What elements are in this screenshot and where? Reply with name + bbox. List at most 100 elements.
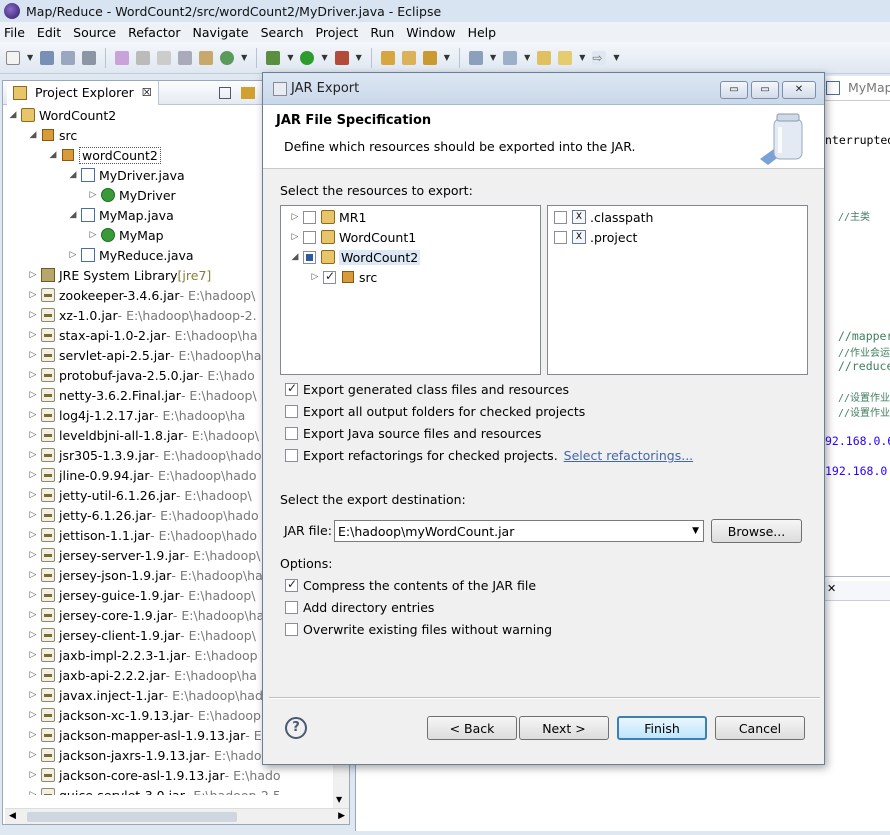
tab-project-explorer[interactable]: Project Explorer ☒	[7, 80, 159, 105]
expand-closed-icon[interactable]: ▷	[27, 490, 39, 500]
resource-tree-item[interactable]: ▷ src	[281, 267, 540, 287]
expand-closed-icon[interactable]: ▷	[27, 310, 39, 320]
cut-icon[interactable]	[136, 50, 151, 65]
horizontal-scroll-thumb[interactable]	[27, 812, 237, 822]
maximize-button[interactable]: ▭	[751, 81, 779, 99]
debug-icon[interactable]	[266, 50, 281, 65]
expand-closed-icon[interactable]: ▷	[67, 250, 79, 260]
copy-icon[interactable]	[157, 50, 172, 65]
new-class-icon[interactable]	[220, 50, 235, 65]
expand-open-icon[interactable]: ◢	[67, 210, 79, 220]
menu-run[interactable]: Run	[370, 25, 394, 40]
expand-open-icon[interactable]: ◢	[7, 110, 19, 120]
expand-closed-icon[interactable]: ▷	[289, 232, 301, 242]
option-checkbox-row[interactable]: Compress the contents of the JAR file	[285, 577, 536, 593]
expand-closed-icon[interactable]: ▷	[27, 330, 39, 340]
menu-file[interactable]: File	[4, 25, 25, 40]
save-icon[interactable]	[40, 50, 55, 65]
menu-refactor[interactable]: Refactor	[128, 25, 180, 40]
menu-source[interactable]: Source	[73, 25, 116, 40]
expand-closed-icon[interactable]: ▷	[27, 610, 39, 620]
menu-help[interactable]: Help	[468, 25, 497, 40]
resource-tree-list[interactable]: ▷ MR1 ▷ WordCount1 ◢ WordCount2 ▷ src	[280, 205, 541, 375]
option-checkbox-row[interactable]: Add directory entries	[285, 600, 434, 615]
expand-closed-icon[interactable]: ▷	[27, 450, 39, 460]
resource-tree-item[interactable]: ▷ WordCount1	[281, 227, 540, 247]
new-icon[interactable]	[6, 50, 20, 65]
checkbox[interactable]	[285, 623, 298, 636]
resource-tree-item[interactable]: ▷ MR1	[281, 207, 540, 227]
cancel-button[interactable]: Cancel	[715, 716, 805, 740]
expand-closed-icon[interactable]: ▷	[27, 710, 39, 720]
expand-closed-icon[interactable]: ▷	[27, 510, 39, 520]
scroll-down-icon[interactable]: ▼	[336, 795, 342, 804]
expand-closed-icon[interactable]: ▷	[27, 550, 39, 560]
open-folder-icon[interactable]	[380, 50, 395, 65]
expand-closed-icon[interactable]: ▷	[27, 590, 39, 600]
expand-closed-icon[interactable]: ▷	[87, 190, 99, 200]
expand-closed-icon[interactable]: ▷	[27, 290, 39, 300]
expand-closed-icon[interactable]: ▷	[27, 410, 39, 420]
checkbox[interactable]	[285, 577, 298, 592]
menu-search[interactable]: Search	[261, 25, 304, 40]
back-button[interactable]: < Back	[427, 716, 517, 740]
expand-open-icon[interactable]: ◢	[289, 252, 301, 262]
option-checkbox-row[interactable]: Export refactorings for checked projects…	[285, 448, 693, 463]
select-refactorings-link[interactable]: Select refactorings...	[564, 448, 693, 463]
run-icon[interactable]	[300, 50, 315, 65]
next-button[interactable]: Next >	[519, 716, 609, 740]
scroll-left-icon[interactable]: ◀	[9, 811, 16, 821]
option-checkbox-row[interactable]: Overwrite existing files without warning	[285, 622, 552, 637]
finish-button[interactable]: Finish	[617, 716, 707, 740]
expand-closed-icon[interactable]: ▷	[27, 350, 39, 360]
menu-project[interactable]: Project	[316, 25, 359, 40]
expand-open-icon[interactable]: ◢	[67, 170, 79, 180]
editor-tab-mymap[interactable]: MyMap	[826, 80, 890, 95]
open-type-icon[interactable]	[199, 50, 214, 65]
checkbox[interactable]	[554, 210, 567, 224]
close-tab-icon[interactable]: ☒	[142, 86, 152, 99]
save-all-icon[interactable]	[61, 50, 76, 65]
print-icon[interactable]	[82, 50, 97, 65]
resource-file-item[interactable]: X .project	[548, 227, 807, 247]
minimize-button[interactable]: ▭	[720, 81, 748, 99]
checkbox[interactable]	[303, 250, 316, 264]
menu-edit[interactable]: Edit	[37, 25, 61, 40]
expand-closed-icon[interactable]: ▷	[27, 470, 39, 480]
expand-open-icon[interactable]: ◢	[47, 150, 59, 160]
menu-navigate[interactable]: Navigate	[193, 25, 249, 40]
resource-tree-item[interactable]: ◢ WordCount2	[281, 247, 540, 267]
expand-closed-icon[interactable]: ▷	[27, 690, 39, 700]
chevron-down-icon[interactable]: ▼	[692, 526, 699, 536]
collapse-all-icon[interactable]	[218, 86, 231, 99]
option-checkbox-row[interactable]: Export generated class files and resourc…	[285, 381, 569, 397]
tree-item[interactable]: ▷ guice-servlet-3.0.jar - E:\hadoop-2.5	[3, 785, 349, 795]
expand-closed-icon[interactable]: ▷	[309, 272, 321, 282]
back-icon[interactable]	[558, 50, 573, 65]
resource-file-item[interactable]: X .classpath	[548, 207, 807, 227]
checkbox[interactable]	[323, 269, 336, 284]
help-icon[interactable]: ?	[285, 717, 307, 739]
browse-button[interactable]: Browse...	[711, 519, 802, 543]
checkbox[interactable]	[285, 449, 298, 462]
checkbox[interactable]	[285, 381, 298, 396]
scroll-right-icon[interactable]: ▶	[338, 811, 345, 821]
expand-closed-icon[interactable]: ▷	[27, 630, 39, 640]
expand-closed-icon[interactable]: ▷	[27, 370, 39, 380]
tree-item[interactable]: ▷ jackson-core-asl-1.9.13.jar - E:\hado	[3, 765, 349, 785]
link-with-editor-icon[interactable]	[240, 86, 255, 99]
expand-closed-icon[interactable]: ▷	[27, 790, 39, 795]
close-button[interactable]: ✕	[782, 81, 816, 99]
option-checkbox-row[interactable]: Export Java source files and resources	[285, 426, 541, 441]
expand-closed-icon[interactable]: ▷	[27, 670, 39, 680]
expand-closed-icon[interactable]: ▷	[27, 730, 39, 740]
external-tools-icon[interactable]	[334, 50, 349, 65]
expand-closed-icon[interactable]: ▷	[27, 270, 39, 280]
checkbox[interactable]	[554, 230, 567, 244]
jar-file-combo[interactable]: E:\hadoop\myWordCount.jar ▼	[334, 520, 704, 542]
expand-closed-icon[interactable]: ▷	[27, 570, 39, 580]
forward-icon[interactable]: ⇨	[592, 50, 607, 65]
last-edit-icon[interactable]	[537, 50, 552, 65]
hadoop-icon[interactable]	[115, 50, 130, 65]
expand-closed-icon[interactable]: ▷	[27, 750, 39, 760]
